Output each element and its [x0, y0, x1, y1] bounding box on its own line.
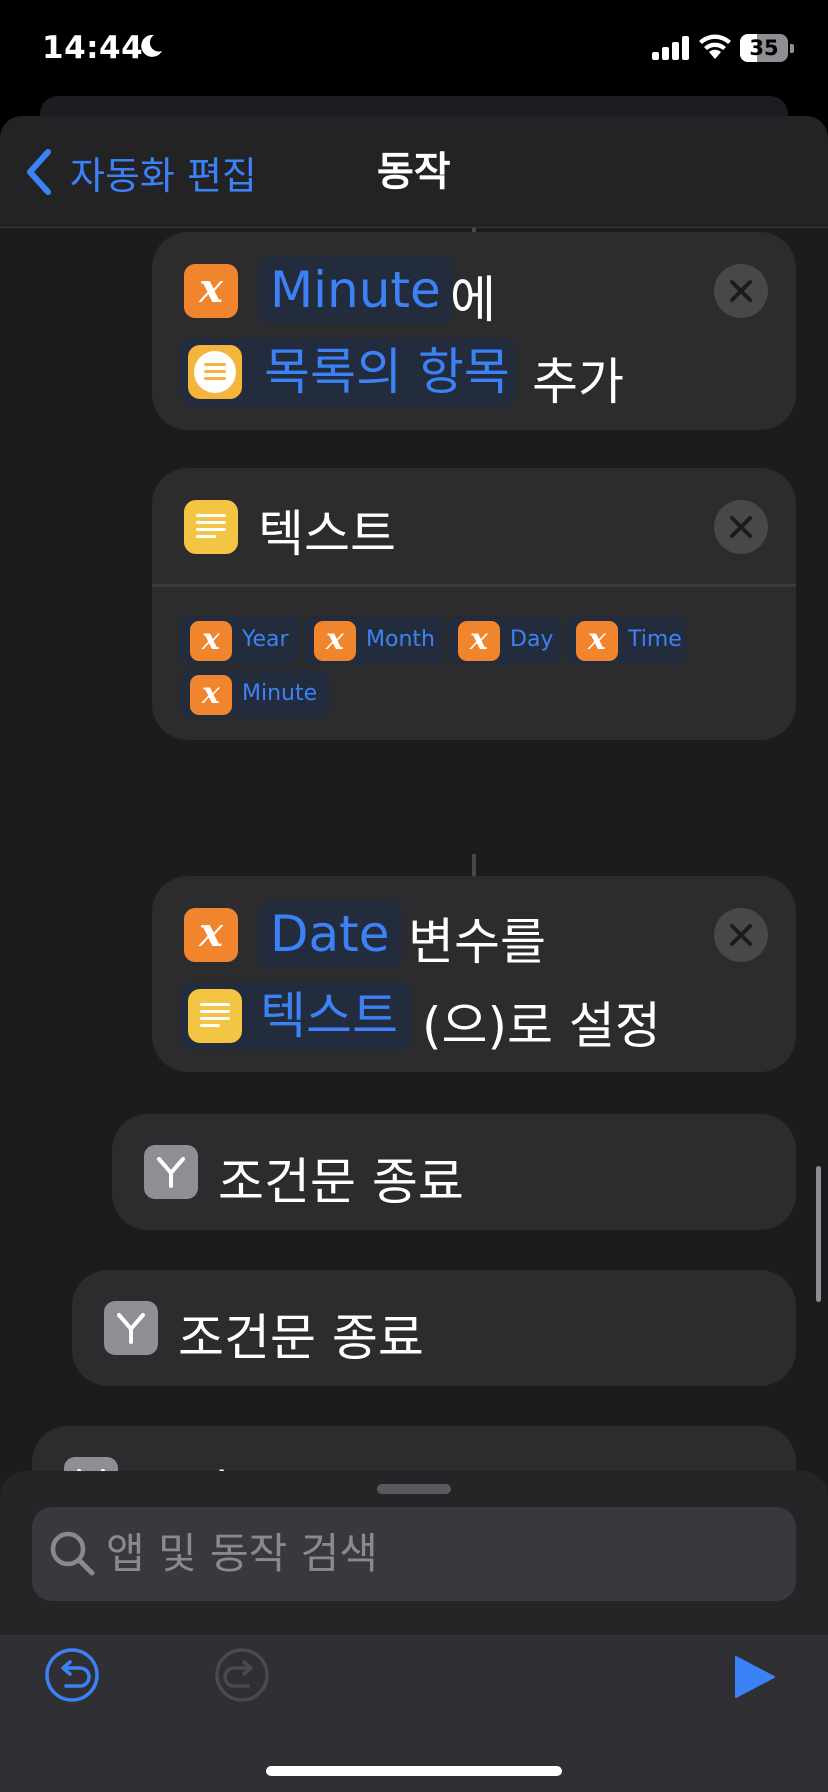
- variable-icon: x: [184, 908, 238, 962]
- variable-token[interactable]: x Minute: [180, 670, 330, 718]
- status-bar: 14:44 35: [0, 0, 828, 100]
- wifi-icon: [699, 34, 731, 59]
- back-button-label: 자동화 편집: [70, 153, 257, 198]
- status-time: 14:44: [42, 30, 144, 66]
- end-if-action[interactable]: 조건문 종료: [112, 1114, 796, 1230]
- cellular-signal-icon: [652, 36, 689, 60]
- page-title: 동작: [377, 149, 451, 195]
- branch-icon: [104, 1301, 158, 1355]
- text-document-icon: [184, 500, 238, 554]
- divider: [152, 584, 796, 587]
- text-action[interactable]: 텍스트 x Year x Month x Day x Time x Minute: [152, 468, 796, 740]
- action-list: x Minute 에 목록의 항목 추가 텍스트 x Year x Month …: [0, 228, 828, 1578]
- variable-token-label: Minute: [242, 681, 318, 706]
- battery-level: 35: [749, 36, 779, 60]
- action-particle: 변수를: [408, 913, 546, 971]
- close-icon: [730, 924, 752, 946]
- list-item-chip[interactable]: 목록의 항목: [180, 338, 516, 406]
- variable-chip[interactable]: Minute: [258, 256, 453, 324]
- text-action-title: 텍스트: [258, 505, 396, 563]
- remove-action-button[interactable]: [714, 264, 768, 318]
- variable-token[interactable]: x Month: [304, 616, 444, 664]
- battery-icon: 35: [740, 34, 794, 62]
- variable-icon: x: [184, 264, 238, 318]
- close-icon: [730, 280, 752, 302]
- flow-connector: [472, 854, 476, 876]
- variable-icon: x: [190, 621, 232, 661]
- search-input[interactable]: [106, 1507, 766, 1601]
- action-search-panel: [0, 1471, 828, 1792]
- play-icon[interactable]: [730, 1653, 778, 1701]
- end-if-label: 조건문 종료: [178, 1309, 424, 1367]
- variable-icon: x: [190, 675, 232, 715]
- moon-icon: [141, 34, 162, 57]
- remove-action-button[interactable]: [714, 500, 768, 554]
- redo-icon[interactable]: [214, 1647, 270, 1703]
- branch-icon: [144, 1145, 198, 1199]
- end-if-label: 조건문 종료: [218, 1153, 464, 1211]
- back-button[interactable]: 자동화 편집: [24, 144, 257, 200]
- sheet-grabber[interactable]: [377, 1484, 451, 1494]
- navigation-bar: 자동화 편집 동작: [0, 116, 828, 228]
- search-icon: [50, 1531, 95, 1576]
- variable-token-label: Time: [628, 627, 682, 652]
- variable-icon: x: [458, 621, 500, 661]
- variable-icon: x: [576, 621, 618, 661]
- text-document-icon: [188, 989, 242, 1043]
- chevron-left-icon: [27, 149, 51, 195]
- close-icon: [730, 516, 752, 538]
- list-item-chip-label: 목록의 항목: [264, 343, 510, 401]
- variable-token[interactable]: x Time: [566, 616, 686, 664]
- scroll-indicator[interactable]: [816, 1166, 821, 1302]
- set-variable-action[interactable]: x Date 변수를 텍스트 (으)로 설정: [152, 876, 796, 1072]
- list-icon: [188, 345, 242, 399]
- variable-chip[interactable]: Date: [258, 900, 402, 968]
- variable-token-label: Month: [366, 627, 435, 652]
- action-verb: (으)로 설정: [422, 997, 661, 1055]
- variable-token-label: Year: [242, 627, 289, 652]
- actions-sheet: 자동화 편집 동작 x Minute 에 목록의 항목 추가 텍스트 x Yea…: [0, 116, 828, 1792]
- text-value-chip-label: 텍스트: [260, 987, 398, 1045]
- variable-icon: x: [314, 621, 356, 661]
- home-indicator[interactable]: [266, 1766, 562, 1776]
- end-if-action[interactable]: 조건문 종료: [72, 1270, 796, 1386]
- remove-action-button[interactable]: [714, 908, 768, 962]
- add-to-variable-action[interactable]: x Minute 에 목록의 항목 추가: [152, 232, 796, 430]
- action-verb: 추가: [532, 353, 624, 411]
- variable-token[interactable]: x Day: [448, 616, 562, 664]
- search-bar[interactable]: [32, 1507, 796, 1601]
- variable-token-label: Day: [510, 627, 554, 652]
- undo-icon[interactable]: [44, 1647, 100, 1703]
- action-particle: 에: [450, 271, 496, 329]
- text-value-chip[interactable]: 텍스트: [180, 982, 412, 1050]
- variable-token[interactable]: x Year: [180, 616, 300, 664]
